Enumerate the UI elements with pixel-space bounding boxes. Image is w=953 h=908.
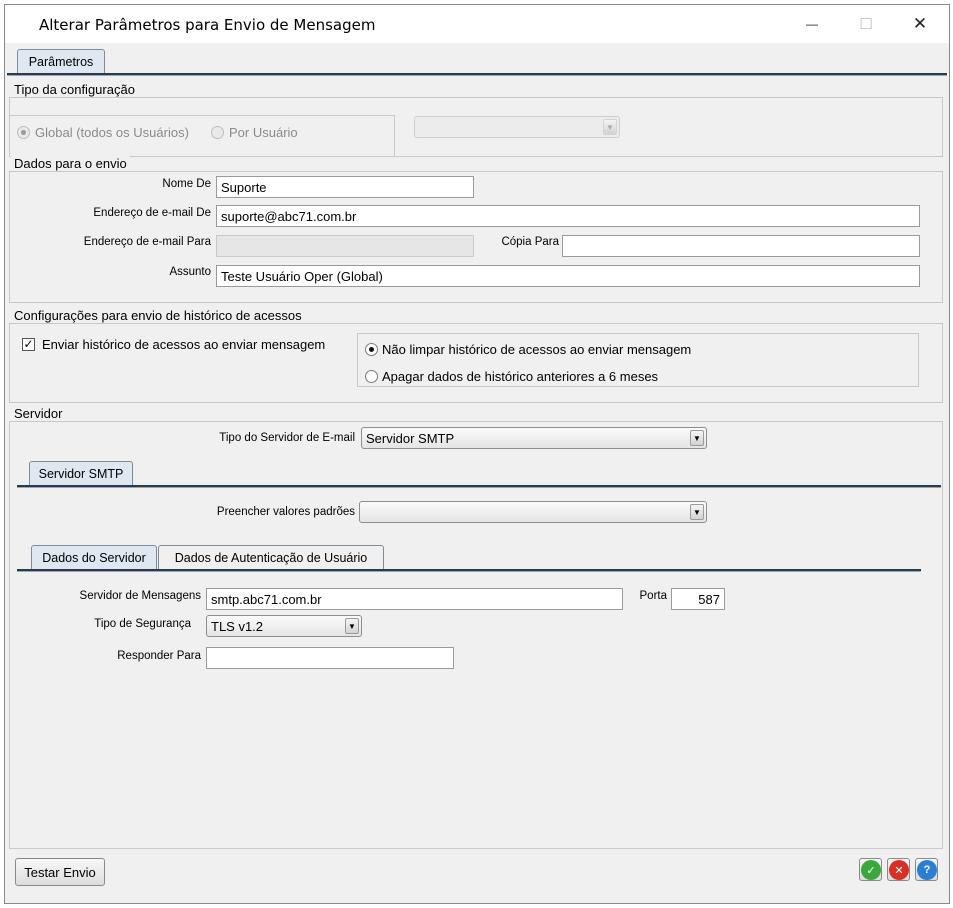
server-subtab-divider [17,569,921,572]
send-data-legend: Dados para o envio [11,156,130,171]
tab-auth-data[interactable]: Dados de Autenticação de Usuário [158,545,384,569]
smtp-tab-divider [17,485,941,488]
chevron-down-icon: ▼ [690,504,704,520]
security-value: TLS v1.2 [211,619,264,634]
chevron-down-icon: ▼ [345,618,359,634]
host-input[interactable]: smtp.abc71.com.br [206,588,623,610]
chevron-down-icon: ▼ [690,430,704,446]
to-email-label: Endereço de e-mail Para [83,236,211,248]
minimize-icon: — [806,17,818,31]
radio-keep-history-label: Não limpar histórico de acessos ao envia… [382,342,692,357]
maximize-button[interactable]: ☐ [843,5,889,43]
radio-per-user[interactable] [211,126,224,139]
tab-auth-data-label: Dados de Autenticação de Usuário [174,550,368,565]
tab-parametros[interactable]: Parâmetros [17,49,105,73]
confirm-button[interactable]: ✓ [859,858,882,881]
port-label: Porta [639,590,668,602]
confirm-icon: ✓ [861,860,881,880]
subject-input[interactable]: Teste Usuário Oper (Global) [216,265,920,287]
minimize-button[interactable]: — [789,5,835,43]
user-select[interactable]: ▼ [414,116,620,138]
server-type-label: Tipo do Servidor de E-mail [219,432,355,444]
help-button[interactable]: ? [915,858,938,881]
history-legend: Configurações para envio de histórico de… [11,308,305,323]
send-history-label: Enviar histórico de acessos ao enviar me… [42,337,326,352]
from-email-input[interactable]: suporte@abc71.com.br [216,205,920,227]
radio-keep-history[interactable] [365,343,378,356]
chevron-down-icon: ▼ [603,119,617,135]
cancel-icon: ✕ [889,860,909,880]
reply-label: Responder Para [117,650,201,662]
tab-divider [7,73,947,76]
title-bar: Alterar Parâmetros para Envio de Mensage… [5,5,949,43]
server-type-value: Servidor SMTP [366,431,455,446]
from-email-label: Endereço de e-mail De [93,207,211,219]
server-type-select[interactable]: Servidor SMTP ▼ [361,427,707,449]
subject-label: Assunto [169,266,211,278]
security-select[interactable]: TLS v1.2 ▼ [206,615,362,637]
radio-delete-history-label: Apagar dados de histórico anteriores a 6… [382,369,659,384]
radio-per-user-label: Por Usuário [229,125,298,140]
close-icon: ✕ [912,14,928,33]
close-button[interactable]: ✕ [897,5,943,43]
radio-global[interactable] [17,126,30,139]
tab-parametros-label: Parâmetros [28,54,94,69]
tab-smtp-server-label: Servidor SMTP [38,466,124,481]
window-title: Alterar Parâmetros para Envio de Mensage… [39,16,376,34]
cc-label: Cópia Para [501,236,559,248]
dialog-window: Alterar Parâmetros para Envio de Mensage… [4,4,950,904]
from-name-label: Nome De [162,178,211,190]
from-name-input[interactable]: Suporte [216,176,474,198]
test-send-label: Testar Envio [24,864,96,880]
host-label: Servidor de Mensagens [79,590,201,602]
to-email-input[interactable] [216,235,474,257]
test-send-button[interactable]: Testar Envio [15,858,105,886]
cancel-button[interactable]: ✕ [887,858,910,881]
radio-global-label: Global (todos os Usuários) [35,125,189,140]
config-type-legend: Tipo da configuração [11,82,138,97]
defaults-select[interactable]: ▼ [359,501,707,523]
tab-server-data[interactable]: Dados do Servidor [31,545,157,569]
cc-input[interactable] [562,235,920,257]
defaults-label: Preencher valores padrões [216,506,355,518]
tab-smtp-server[interactable]: Servidor SMTP [29,461,133,485]
security-label: Tipo de Segurança [94,618,191,630]
radio-delete-history[interactable] [365,370,378,383]
maximize-icon: ☐ [859,16,873,33]
help-icon: ? [917,860,937,880]
reply-input[interactable] [206,647,454,669]
send-history-checkbox[interactable]: ✓ [22,338,35,351]
port-input[interactable]: 587 [671,588,725,610]
server-legend: Servidor [11,406,66,421]
tab-server-data-label: Dados do Servidor [42,550,146,565]
